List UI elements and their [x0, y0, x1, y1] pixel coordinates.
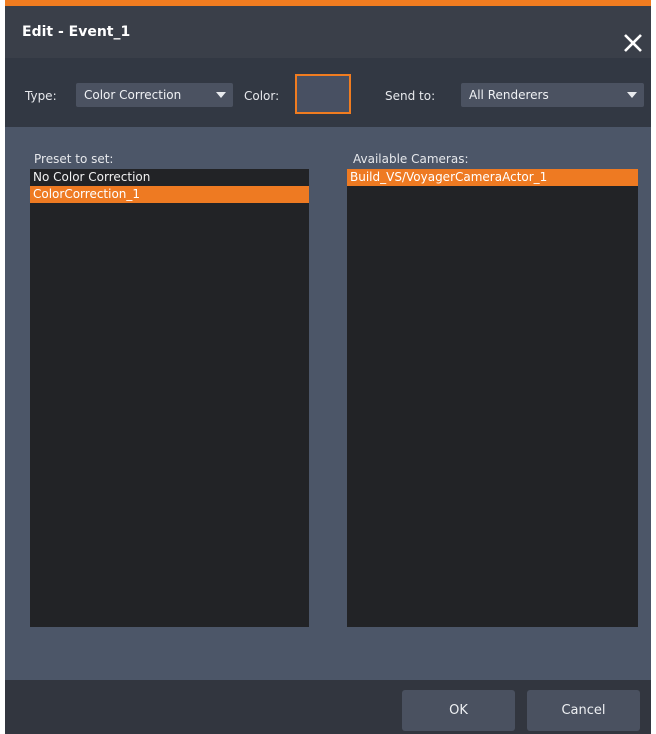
close-icon[interactable]: [622, 32, 644, 54]
type-dropdown[interactable]: Color Correction: [76, 83, 233, 107]
cancel-button[interactable]: Cancel: [527, 690, 640, 731]
chevron-down-icon: [627, 92, 637, 98]
ok-button[interactable]: OK: [402, 690, 515, 731]
edit-event-dialog: Edit - Event_1 Type: Color Correction Co…: [5, 0, 651, 734]
dialog-title: Edit - Event_1: [22, 24, 131, 40]
preset-list[interactable]: No Color Correction ColorCorrection_1: [30, 169, 309, 627]
camera-item-voyager-camera-actor-1[interactable]: Build_VS/VoyagerCameraActor_1: [347, 169, 638, 186]
type-dropdown-value: Color Correction: [84, 88, 182, 102]
camera-list-label: Available Cameras:: [353, 152, 469, 166]
title-bar: Edit - Event_1: [5, 6, 651, 58]
send-to-dropdown-value: All Renderers: [469, 88, 549, 102]
type-label: Type:: [25, 89, 57, 103]
preset-item-no-color-correction[interactable]: No Color Correction: [30, 169, 309, 186]
chevron-down-icon: [216, 92, 226, 98]
camera-list[interactable]: Build_VS/VoyagerCameraActor_1: [347, 169, 638, 627]
send-to-label: Send to:: [385, 89, 436, 103]
preset-item-colorcorrection-1[interactable]: ColorCorrection_1: [30, 186, 309, 203]
send-to-dropdown[interactable]: All Renderers: [461, 83, 644, 107]
color-label: Color:: [244, 89, 280, 103]
color-swatch[interactable]: [295, 74, 351, 114]
preset-list-label: Preset to set:: [34, 152, 114, 166]
